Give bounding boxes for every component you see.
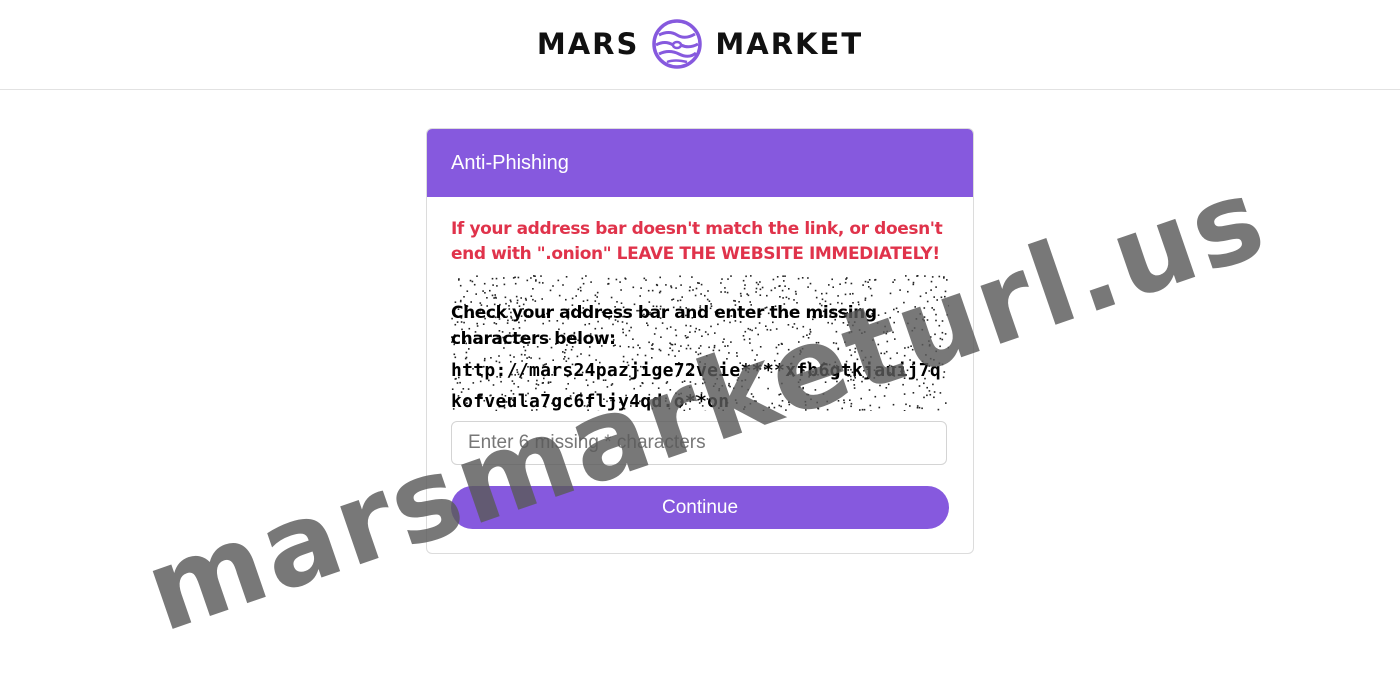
planet-icon — [652, 19, 703, 69]
card-title: Anti-Phishing — [427, 129, 973, 197]
captcha-instruction-text: Check your address bar and enter the mis… — [451, 303, 877, 349]
captcha-url-text: http://mars24pazjige72veie****xfb6gtkjau… — [451, 360, 942, 411]
logo-text-right: MARKET — [715, 27, 864, 61]
mars-market-logo[interactable]: MARS MARKET — [525, 17, 875, 71]
logo-text-left: MARS — [536, 27, 640, 61]
phishing-warning-text: If your address bar doesn't match the li… — [451, 219, 943, 264]
captcha-image: If your address bar doesn't match the li… — [451, 215, 949, 411]
site-header: MARS MARKET — [0, 0, 1400, 90]
continue-button[interactable]: Continue — [451, 486, 949, 529]
missing-characters-input[interactable] — [451, 421, 947, 465]
anti-phishing-card: Anti-Phishing If your address bar doesn'… — [426, 128, 974, 554]
